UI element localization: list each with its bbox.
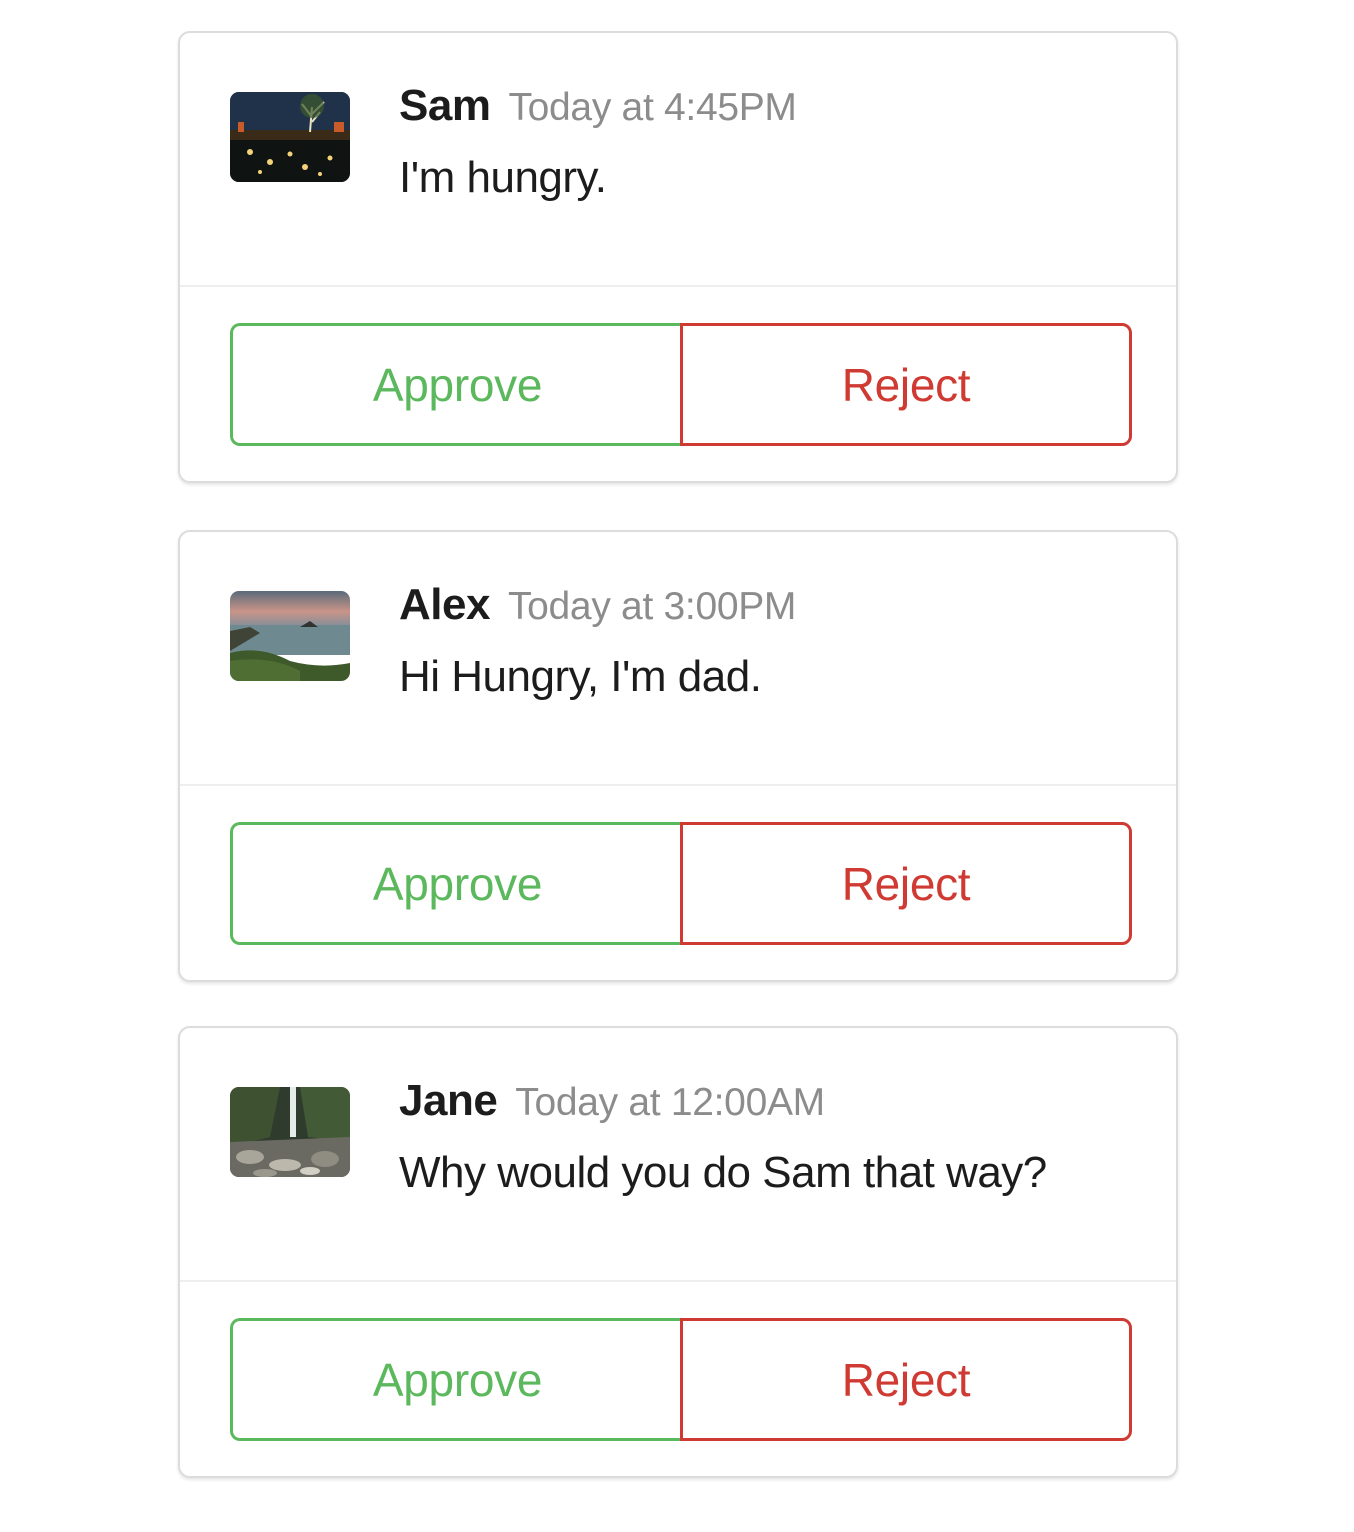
reject-button[interactable]: Reject — [680, 822, 1132, 945]
message-card: Sam Today at 4:45PM I'm hungry. Approve R… — [178, 31, 1178, 483]
divider — [180, 784, 1176, 786]
action-buttons: Approve Reject — [230, 822, 1132, 945]
divider — [180, 285, 1176, 287]
avatar[interactable] — [230, 92, 350, 182]
message-card: Alex Today at 3:00PM Hi Hungry, I'm dad. … — [178, 530, 1178, 982]
approve-button[interactable]: Approve — [230, 1318, 682, 1441]
author-name[interactable]: Sam — [399, 81, 491, 130]
divider — [180, 1280, 1176, 1282]
message-text: Why would you do Sam that way? — [399, 1148, 1047, 1197]
timestamp[interactable]: Today at 12:00AM — [515, 1081, 825, 1124]
action-buttons: Approve Reject — [230, 323, 1132, 446]
message-text: I'm hungry. — [399, 153, 607, 202]
night-park-photo — [230, 92, 350, 182]
author-name[interactable]: Alex — [399, 580, 490, 629]
coastal-sunset-photo — [230, 591, 350, 681]
approve-button[interactable]: Approve — [230, 822, 682, 945]
action-buttons: Approve Reject — [230, 1318, 1132, 1441]
timestamp[interactable]: Today at 3:00PM — [508, 585, 796, 628]
timestamp[interactable]: Today at 4:45PM — [508, 86, 796, 129]
message-header: Alex Today at 3:00PM — [399, 580, 796, 630]
message-card: Jane Today at 12:00AM Why would you do Sa… — [178, 1026, 1178, 1478]
message-header: Sam Today at 4:45PM — [399, 81, 797, 131]
reject-button[interactable]: Reject — [680, 1318, 1132, 1441]
author-name[interactable]: Jane — [399, 1076, 498, 1125]
message-header: Jane Today at 12:00AM — [399, 1076, 825, 1126]
reject-button[interactable]: Reject — [680, 323, 1132, 446]
waterfall-rocks-photo — [230, 1087, 350, 1177]
message-text: Hi Hungry, I'm dad. — [399, 652, 762, 701]
avatar[interactable] — [230, 1087, 350, 1177]
approve-button[interactable]: Approve — [230, 323, 682, 446]
avatar[interactable] — [230, 591, 350, 681]
